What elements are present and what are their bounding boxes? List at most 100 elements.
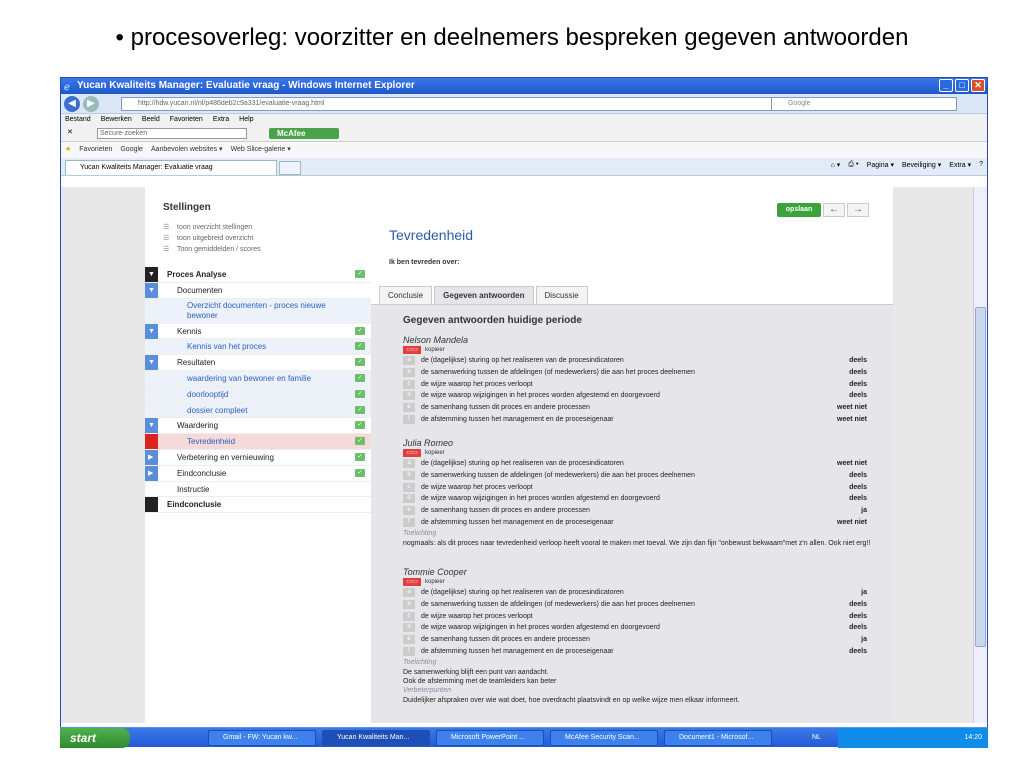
- menu-item-beeld[interactable]: Beeld: [142, 114, 160, 126]
- forward-icon[interactable]: ▶: [83, 96, 99, 112]
- tree-toggle-icon[interactable]: ▼: [145, 267, 158, 282]
- answer-value: deels: [849, 357, 867, 364]
- language-indicator[interactable]: NL: [812, 728, 821, 748]
- start-button[interactable]: start: [60, 728, 130, 748]
- answer-row: f de afstemming tussen het management en …: [403, 517, 873, 529]
- tree-toggle-icon[interactable]: ▼: [145, 282, 158, 298]
- link-extended-overview[interactable]: toon uitgebreid overzicht: [163, 234, 253, 242]
- tree-item[interactable]: Overzicht documenten - proces nieuwe bew…: [145, 298, 371, 324]
- copy-button[interactable]: kopieer: [403, 449, 873, 458]
- favorites-bar: ★ Favorieten Google Aanbevolen websites …: [61, 142, 987, 158]
- menu-item-extra[interactable]: Extra: [213, 114, 229, 126]
- scrollbar[interactable]: [973, 187, 987, 723]
- statement-text: de wijze waarop wijzigingen in het proce…: [421, 624, 660, 632]
- check-icon: ✓: [355, 389, 365, 398]
- cmd-extra[interactable]: Extra ▾: [949, 161, 971, 169]
- tree-item-label: Overzicht documenten - proces nieuwe bew…: [187, 300, 326, 320]
- tree-item[interactable]: waardering van bewoner en familie ✓: [145, 370, 371, 387]
- statement-letter: d: [403, 623, 415, 633]
- tab-gegeven-antwoorden[interactable]: Gegeven antwoorden: [434, 286, 534, 304]
- browser-tab[interactable]: Yucan Kwaliteits Manager: Evaluatie vraa…: [65, 160, 277, 175]
- tree-item[interactable]: ▶ Eindconclusie ✓: [145, 465, 371, 482]
- menu-item-help[interactable]: Help: [239, 114, 253, 126]
- respondent-block: Julia Romeokopieera de (dagelijkse) sturi…: [403, 438, 873, 548]
- tree-toggle-icon[interactable]: ▼: [145, 323, 158, 339]
- copy-button[interactable]: kopieer: [403, 578, 873, 587]
- statement-text: de samenwerking tussen de afdelingen (of…: [421, 600, 695, 608]
- menu-item-favorieten[interactable]: Favorieten: [170, 114, 203, 126]
- copy-button[interactable]: kopieer: [403, 346, 873, 355]
- taskbar-item[interactable]: Document1 - Microsof...: [664, 730, 772, 746]
- statement-letter: a: [403, 588, 415, 597]
- tree-item[interactable]: ▼ Documenten: [145, 282, 371, 299]
- cmd-page[interactable]: Pagina ▾: [867, 161, 894, 169]
- tree-item-label: Eindconclusie: [177, 468, 227, 478]
- tree-item-label: dossier compleet: [187, 405, 248, 415]
- mcafee-button[interactable]: McAfee: [269, 128, 339, 139]
- tree-item[interactable]: ▶ Verbetering en vernieuwing ✓: [145, 449, 371, 466]
- statement-letter: e: [403, 506, 415, 516]
- close-button[interactable]: ✕: [971, 79, 985, 92]
- statement-text: de samenwerking tussen de afdelingen (of…: [421, 368, 695, 376]
- answer-value: deels: [849, 647, 867, 655]
- statement-text: de afstemming tussen het management en d…: [421, 647, 614, 655]
- tree-item[interactable]: ▼ Kennis ✓: [145, 323, 371, 340]
- statement-letter: e: [403, 635, 415, 645]
- tree-item[interactable]: Tevredenheid ✓: [145, 434, 371, 450]
- answer-row: f de afstemming tussen het management en …: [403, 646, 873, 658]
- tab-conclusie[interactable]: Conclusie: [379, 286, 433, 304]
- home-icon[interactable]: ⌂ ▾: [831, 161, 841, 169]
- new-tab-button[interactable]: [279, 161, 301, 175]
- tree-item[interactable]: Instructie: [145, 482, 371, 498]
- next-arrow-icon[interactable]: →: [847, 203, 869, 217]
- scroll-thumb[interactable]: [975, 307, 986, 647]
- taskbar-item[interactable]: Gmail - FW: Yucan kw...: [208, 730, 316, 746]
- menu-item-bestand[interactable]: Bestand: [65, 114, 91, 126]
- fav-item-webslice[interactable]: Web Slice-galerie ▾: [231, 142, 291, 158]
- close-toolbar-icon[interactable]: ✕: [67, 128, 73, 136]
- taskbar-item[interactable]: Microsoft PowerPoint ...: [436, 730, 544, 746]
- answer-row: c de wijze waarop het proces verloopt deel…: [403, 482, 873, 494]
- tree-toggle-icon[interactable]: ▼: [145, 355, 158, 371]
- tree-toggle-icon[interactable]: ▶: [145, 465, 158, 481]
- favorites-button[interactable]: Favorieten: [79, 142, 112, 158]
- tree-item[interactable]: dossier compleet ✓: [145, 402, 371, 419]
- fav-item-recommended[interactable]: Aanbevolen websites ▾: [151, 142, 223, 158]
- fav-item-google[interactable]: Google: [120, 142, 143, 158]
- print-icon[interactable]: ⎙ ▾: [848, 161, 859, 169]
- tree-item-label: Kennis van het proces: [187, 342, 267, 352]
- help-icon[interactable]: ?: [979, 161, 983, 169]
- link-overview[interactable]: toon overzicht stellingen: [163, 223, 252, 231]
- tree-item[interactable]: doorlooptijd ✓: [145, 386, 371, 403]
- check-icon: ✓: [355, 468, 365, 477]
- cmd-security[interactable]: Beveiliging ▾: [902, 161, 941, 169]
- answer-value: deels: [849, 495, 867, 503]
- answer-value: deels: [849, 612, 867, 620]
- minimize-button[interactable]: _: [939, 79, 953, 92]
- tree-toggle-icon[interactable]: ▼: [145, 418, 158, 434]
- tree-item[interactable]: ▼ Resultaten ✓: [145, 355, 371, 371]
- taskbar-item[interactable]: Yucan Kwaliteits Man...: [322, 730, 430, 746]
- search-input[interactable]: Google: [771, 97, 957, 111]
- taskbar-item[interactable]: McAfee Security Scan...: [550, 730, 658, 746]
- url-field[interactable]: http://hdw.yucan.nl/nl/p486deb2c9a331/ev…: [121, 97, 775, 111]
- tree-item[interactable]: ▼ Proces Analyse ✓: [145, 267, 371, 283]
- answer-row: e de samenhang tussen dit proces en ander…: [403, 505, 873, 517]
- tree-item[interactable]: Eindconclusie: [145, 497, 371, 514]
- tree-item[interactable]: ▼ Waardering ✓: [145, 418, 371, 435]
- tree-item[interactable]: Kennis van het proces ✓: [145, 339, 371, 356]
- tab-discussie[interactable]: Discussie: [535, 286, 588, 304]
- answer-row: a de (dagelijkse) sturing op het realiser…: [403, 587, 873, 599]
- statement-letter: f: [403, 517, 415, 527]
- tree-toggle-icon[interactable]: ▶: [145, 449, 158, 465]
- secure-search-input[interactable]: Secure-zoeken: [97, 128, 247, 139]
- system-tray: 14:20: [838, 728, 988, 748]
- menu-item-bewerken[interactable]: Bewerken: [101, 114, 132, 126]
- link-averages[interactable]: Toon gemiddelden / scores: [163, 245, 261, 253]
- save-button[interactable]: opslaan: [777, 203, 821, 217]
- maximize-button[interactable]: □: [955, 79, 969, 92]
- respondent-name: Tommie Cooper: [403, 567, 467, 577]
- back-icon[interactable]: ◀: [64, 96, 80, 112]
- statement-letter: e: [403, 403, 415, 413]
- prev-arrow-icon[interactable]: ←: [823, 203, 845, 217]
